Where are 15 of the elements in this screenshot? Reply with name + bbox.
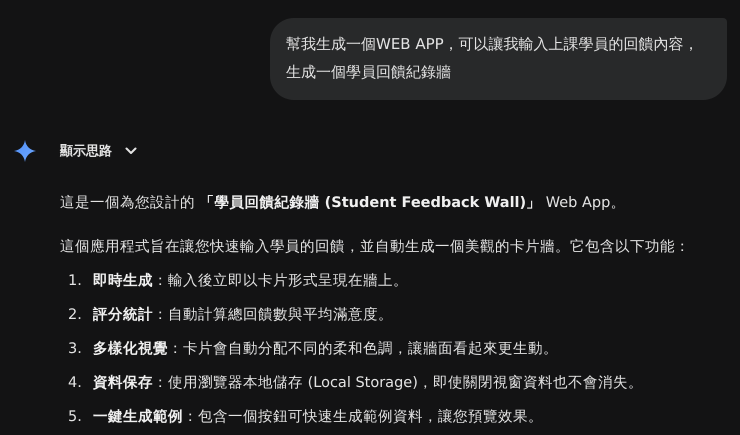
response-paragraph: 這是一個為您設計的 「學員回饋紀錄牆 (Student Feedback Wall)」 Web App。 [60,194,626,213]
list-number: 4. [67,374,83,393]
list-item-text: 評分統計：自動計算總回饋數與平均滿意度。 [93,306,393,325]
list-item-text: 一鍵生成範例：包含一個按鈕可快速生成範例資料，讓您預覽效果。 [93,408,543,427]
list-number: 5. [67,408,83,427]
list-number: 3. [67,340,83,359]
sparkle-icon [14,140,36,162]
response-paragraph: 這個應用程式旨在讓您快速輸入學員的回饋，並自動生成一個美觀的卡片牆。它包含以下功能： [60,238,691,257]
list-item-text: 多樣化視覺：卡片會自動分配不同的柔和色調，讓牆面看起來更生動。 [93,340,558,359]
show-thinking-button[interactable]: 顯示思路 [60,142,138,160]
list-number: 2. [67,306,83,325]
list-item-text: 資料保存：使用瀏覽器本地儲存 (Local Storage)，即使關閉視窗資料也不會消失。 [93,374,643,393]
list-number: 1. [67,272,83,291]
list-item-text: 即時生成：輸入後立即以卡片形式呈現在牆上。 [93,272,408,291]
user-message: 幫我生成一個WEB APP，可以讓我輸入上課學員的回饋內容，生成一個學員回饋紀錄牆 [270,18,727,100]
